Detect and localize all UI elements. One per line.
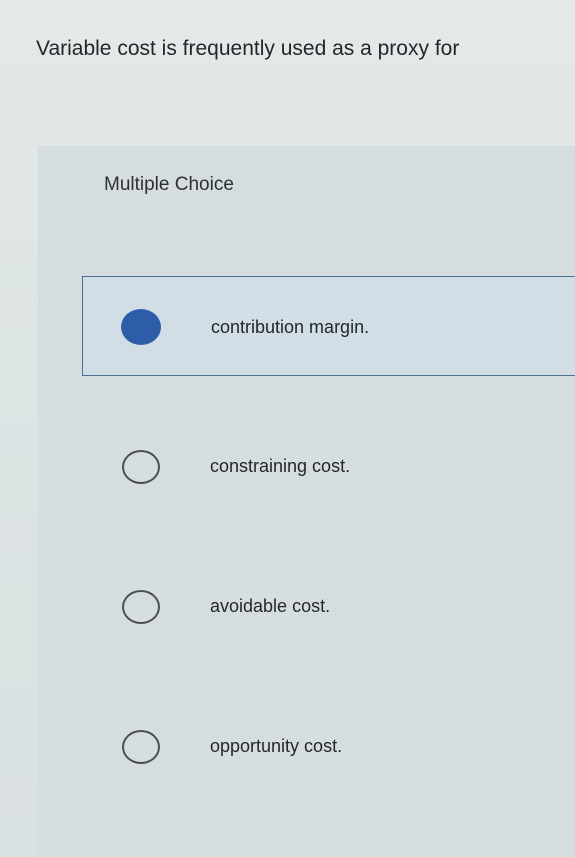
- radio-unselected-icon[interactable]: [122, 450, 160, 484]
- option-label: opportunity cost.: [210, 736, 343, 756]
- option-avoidable-cost[interactable]: avoidable cost.: [82, 558, 575, 658]
- option-constraining-cost[interactable]: constraining cost.: [82, 418, 575, 518]
- multiple-choice-header: Multiple Choice: [104, 174, 234, 195]
- radio-selected-icon[interactable]: [121, 309, 161, 345]
- radio-unselected-icon[interactable]: [122, 730, 160, 764]
- option-opportunity-cost[interactable]: opportunity cost.: [82, 698, 575, 798]
- option-label: constraining cost.: [210, 456, 351, 476]
- radio-unselected-icon[interactable]: [122, 590, 160, 624]
- option-label: contribution margin.: [211, 317, 370, 337]
- option-label: avoidable cost.: [210, 596, 331, 616]
- question-text: Variable cost is frequently used as a pr…: [36, 37, 460, 60]
- option-contribution-margin[interactable]: contribution margin.: [82, 276, 575, 376]
